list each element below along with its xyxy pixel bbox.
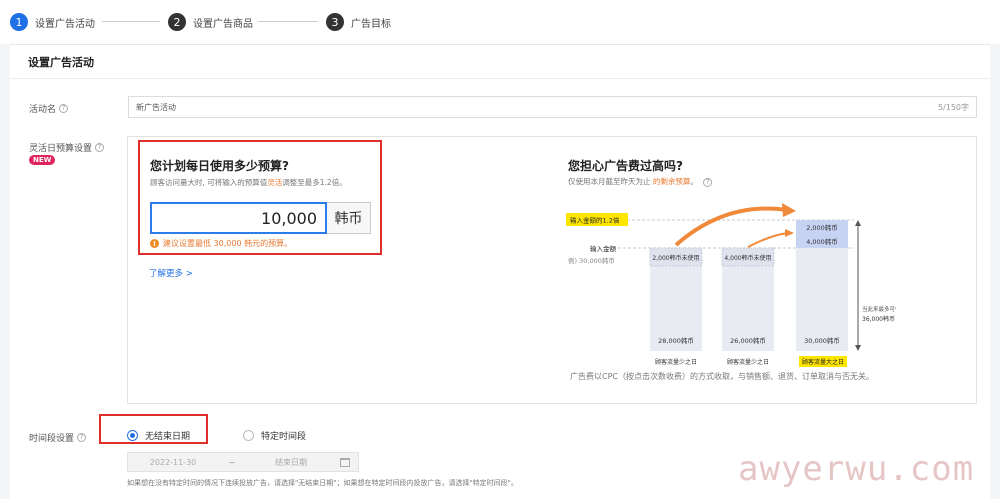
budget-sub-suffix: 调整至最多1.2倍。 <box>282 178 347 187</box>
arrow-curve-1 <box>674 206 789 247</box>
budget-warning-text: 建议设置最低 30,000 韩元的预算。 <box>163 239 293 248</box>
step-connector <box>102 21 160 22</box>
bar-3-value: 30,000韩币 <box>804 336 840 345</box>
bar-3 <box>796 248 848 351</box>
span-arrow-top <box>855 220 861 226</box>
campaign-name-value: 新广告活动 <box>136 102 176 112</box>
cpc-note: 广告费以CPC（按点击次数收费）的方式收取，与销售额、退货、订单取消与否无关。 <box>570 372 874 381</box>
budget-subtext: 顾客访问量大时, 可将输入的预算值灵活调整至最多1.2倍。 <box>150 177 347 188</box>
radio-specific-period[interactable]: 特定时间段 <box>243 429 306 442</box>
step-2[interactable]: 2 设置广告商品 <box>168 12 253 32</box>
watermark: awyerwu.com <box>738 449 975 489</box>
bar-3-caption: 顾客流量大之日 <box>802 358 844 366</box>
date-range-picker[interactable]: 2022-11-30 ~ 结束日期 <box>127 452 359 472</box>
radio-unselected-icon[interactable] <box>243 430 254 441</box>
step-2-number: 2 <box>168 13 186 31</box>
step-1[interactable]: 1 设置广告活动 <box>10 12 95 32</box>
help-icon[interactable]: ? <box>703 178 713 187</box>
radio-no-end-date-label: 无结束日期 <box>145 432 191 442</box>
char-count: 5/150字 <box>937 102 969 112</box>
step-2-label: 设置广告商品 <box>193 18 253 30</box>
info-question: 您担心广告费过高吗? <box>568 159 683 173</box>
bar-1-unused-label: 2,000韩币未使用 <box>652 254 699 262</box>
bar-2-value: 26,000韩币 <box>730 336 766 345</box>
span-arrow-bottom <box>855 345 861 351</box>
info-sub-suffix: 。 <box>690 177 698 186</box>
budget-question: 您计划每日使用多少预算? <box>150 159 289 173</box>
end-date-placeholder: 结束日期 <box>275 457 307 467</box>
budget-warning: ! 建议设置最低 30,000 韩元的预算。 <box>150 238 292 249</box>
arrow-head-2 <box>785 229 794 237</box>
example-label: 例) 30,000韩币 <box>568 256 615 265</box>
info-sub-prefix: 仅使用本月截至昨天为止 <box>568 177 653 186</box>
arrow-curve-2 <box>747 232 789 248</box>
campaign-name-label-text: 活动名 <box>29 105 57 115</box>
currency-unit: 韩币 <box>327 202 371 234</box>
info-subtext: 仅使用本月截至昨天为止 的剩余预算。 ? <box>568 176 713 187</box>
bar-2-caption: 顾客流量少之日 <box>727 358 769 366</box>
input-x-label: 输入金额的1.2倍 <box>570 216 620 225</box>
step-3-label: 广告目标 <box>351 18 391 30</box>
help-icon[interactable]: ? <box>77 433 87 442</box>
step-3[interactable]: 3 广告目标 <box>326 12 391 32</box>
calendar-icon[interactable] <box>340 457 350 467</box>
side-label-2: 36,000韩币 <box>862 315 895 323</box>
campaign-settings-card: 设置广告活动 活动名 ? 新广告活动 5/150字 灵活日预算设置 ? NEW … <box>10 44 990 499</box>
radio-selected-icon[interactable] <box>127 430 138 441</box>
campaign-name-input[interactable]: 新广告活动 5/150字 <box>128 96 977 118</box>
info-sub-highlight: 的剩余预算 <box>652 177 691 186</box>
date-separator: ~ <box>228 457 236 467</box>
input-amount-label: 输入金额 <box>590 244 617 253</box>
side-label-1: 当此来最多可使用 <box>862 305 896 313</box>
bar-1-value: 28,000韩币 <box>658 336 694 345</box>
budget-illustration: 输入金额的1.2倍 输入金额 例) 30,000韩币 2,000韩币未使用 28… <box>566 203 896 367</box>
card-title: 设置广告活动 <box>28 56 94 69</box>
budget-label-text: 灵活日预算设置 <box>29 144 93 154</box>
bar-3-top-label: 2,000韩币 <box>806 223 838 232</box>
step-1-number: 1 <box>10 13 28 31</box>
bar-3-mid-label: 4,000韩币 <box>806 237 838 246</box>
warning-icon: ! <box>150 239 159 248</box>
step-connector <box>258 21 318 22</box>
step-3-number: 3 <box>326 13 344 31</box>
time-range-label-text: 时间段设置 <box>29 434 75 444</box>
start-date: 2022-11-30 <box>149 457 197 467</box>
radio-no-end-date[interactable]: 无结束日期 <box>127 429 190 442</box>
budget-label: 灵活日预算设置 ? <box>29 141 105 154</box>
bar-2-unused-label: 4,000韩币未使用 <box>724 254 771 262</box>
help-icon[interactable]: ? <box>59 104 69 113</box>
divider <box>10 78 990 79</box>
arrow-head-1 <box>782 203 796 217</box>
budget-sub-prefix: 顾客访问量大时, 可将输入的预算值 <box>150 178 268 187</box>
bar-1-caption: 顾客流量少之日 <box>655 358 697 366</box>
step-1-label: 设置广告活动 <box>35 18 95 30</box>
daily-budget-input[interactable]: 10,000 <box>150 202 327 234</box>
time-range-hint: 如果想在没有特定时间的情况下连续投放广告，请选择"无结束日期"；如果想在特定时间… <box>127 479 518 487</box>
new-badge: NEW <box>29 155 56 165</box>
learn-more-link[interactable]: 了解更多 > <box>149 267 193 279</box>
time-range-label: 时间段设置 ? <box>29 431 87 444</box>
radio-specific-period-label: 特定时间段 <box>261 432 307 442</box>
stepper: 1 设置广告活动 2 设置广告商品 3 广告目标 <box>0 0 1000 44</box>
budget-sub-highlight: 灵活 <box>267 178 283 187</box>
campaign-name-label: 活动名 ? <box>29 102 69 115</box>
help-icon[interactable]: ? <box>95 143 105 152</box>
